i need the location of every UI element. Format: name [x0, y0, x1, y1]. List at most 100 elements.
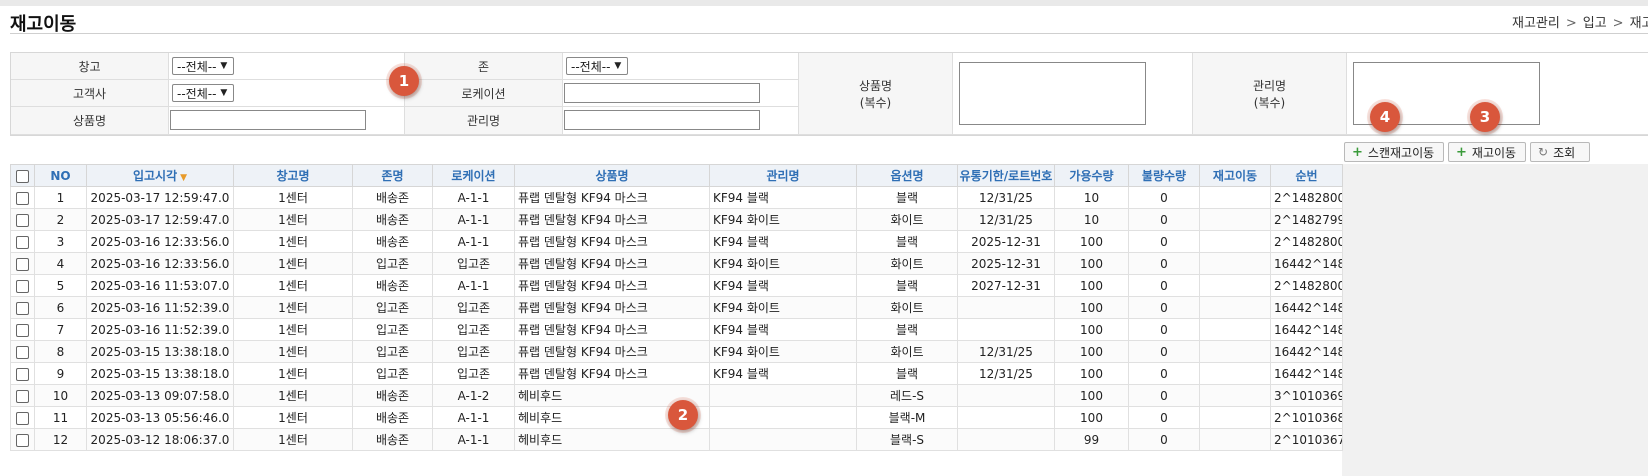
table-row[interactable]: 12 2025-03-12 18:06:37.0 1센터 배송존 A-1-1 헤비후드 블랙…: [10, 428, 1343, 451]
cell-product: 퓨랩 덴탈형 KF94 마스크: [514, 274, 710, 297]
scan-stock-move-button[interactable]: + 스캔재고이동: [1344, 142, 1444, 162]
cell-seq: 16442^14828: [1270, 318, 1343, 341]
product-name-input[interactable]: [170, 110, 366, 130]
chevron-down-icon: ▼: [614, 61, 622, 71]
cell-no: 7: [34, 318, 87, 341]
cell-zone: 배송존: [352, 274, 433, 297]
table-row[interactable]: 6 2025-03-16 11:52:39.0 1센터 입고존 입고존 퓨랩 덴탈형 KF…: [10, 296, 1343, 319]
table-row[interactable]: 9 2025-03-15 13:38:18.0 1센터 입고존 입고존 퓨랩 덴탈형 KF…: [10, 362, 1343, 385]
cell-inbound-time: 2025-03-16 11:52:39.0: [86, 296, 234, 319]
header-no[interactable]: NO: [34, 164, 87, 187]
select-all-header[interactable]: [10, 164, 35, 187]
cell-warehouse: 1센터: [233, 252, 353, 275]
table-row[interactable]: 8 2025-03-15 13:38:18.0 1센터 입고존 입고존 퓨랩 덴탈형 KF…: [10, 340, 1343, 363]
zone-label-text: 존: [477, 59, 490, 74]
stock-move-button[interactable]: + 재고이동: [1448, 142, 1526, 162]
cell-inbound-time: 2025-03-15 13:38:18.0: [86, 362, 234, 385]
stock-move-label: 재고이동: [1471, 145, 1517, 160]
table-row[interactable]: 7 2025-03-16 11:52:39.0 1센터 입고존 입고존 퓨랩 덴탈형 KF…: [10, 318, 1343, 341]
cell-zone: 입고존: [352, 252, 433, 275]
breadcrumb-item[interactable]: 재고관리: [1512, 16, 1560, 31]
row-select-cell[interactable]: [10, 428, 35, 451]
header-manage[interactable]: 관리명: [709, 164, 857, 187]
row-select-cell[interactable]: [10, 208, 35, 231]
cell-inbound-time: 2025-03-13 09:07:58.0: [86, 384, 234, 407]
row-select-cell[interactable]: [10, 296, 35, 319]
header-warehouse[interactable]: 창고명: [233, 164, 353, 187]
header-location[interactable]: 로케이션: [432, 164, 515, 187]
select-all-checkbox[interactable]: [16, 169, 29, 183]
table-row[interactable]: 5 2025-03-16 11:53:07.0 1센터 배송존 A-1-1 퓨랩 덴탈형 …: [10, 274, 1343, 297]
cell-defect-qty: 0: [1128, 384, 1200, 407]
row-select-cell[interactable]: [10, 186, 35, 209]
cell-seq: 2^1482799^1: [1270, 208, 1343, 231]
row-checkbox[interactable]: [16, 213, 29, 227]
breadcrumb-separator: >: [1612, 16, 1624, 31]
cell-expiry-lot: 12/31/25: [957, 362, 1055, 385]
row-checkbox[interactable]: [16, 389, 29, 403]
row-checkbox[interactable]: [16, 301, 29, 315]
row-select-cell[interactable]: [10, 362, 35, 385]
cell-available-qty: 100: [1054, 384, 1129, 407]
plus-icon: +: [1456, 144, 1467, 160]
row-checkbox[interactable]: [16, 323, 29, 337]
header-option[interactable]: 옵션명: [856, 164, 958, 187]
cell-expiry-lot: 12/31/25: [957, 340, 1055, 363]
header-seq[interactable]: 순번: [1270, 164, 1343, 187]
cell-option: 블랙-M: [856, 406, 958, 429]
cell-zone: 배송존: [352, 208, 433, 231]
table-row[interactable]: 4 2025-03-16 12:33:56.0 1센터 입고존 입고존 퓨랩 덴탈형 KF…: [10, 252, 1343, 275]
cell-option: 블랙: [856, 230, 958, 253]
cell-no: 5: [34, 274, 87, 297]
table-row[interactable]: 3 2025-03-16 12:33:56.0 1센터 배송존 A-1-1 퓨랩 덴탈형 …: [10, 230, 1343, 253]
cell-option: 블랙: [856, 186, 958, 209]
cell-no: 2: [34, 208, 87, 231]
cell-expiry-lot: 2027-12-31: [957, 274, 1055, 297]
row-checkbox[interactable]: [16, 235, 29, 249]
row-checkbox[interactable]: [16, 411, 29, 425]
row-select-cell[interactable]: [10, 274, 35, 297]
warehouse-select[interactable]: --전체-- ▼: [172, 57, 234, 75]
location-input[interactable]: [564, 83, 760, 103]
breadcrumb-item[interactable]: 입고: [1583, 16, 1607, 31]
header-inbound-time[interactable]: 입고시각 ▼: [86, 164, 234, 187]
header-product[interactable]: 상품명: [514, 164, 710, 187]
table-row[interactable]: 1 2025-03-17 12:59:47.0 1센터 배송존 A-1-1 퓨랩 덴탈형 …: [10, 186, 1343, 209]
row-checkbox[interactable]: [16, 433, 29, 447]
cell-stock-move: [1199, 384, 1271, 407]
cell-seq: 16442^14827: [1270, 252, 1343, 275]
row-select-cell[interactable]: [10, 318, 35, 341]
row-checkbox[interactable]: [16, 191, 29, 205]
cell-option: 레드-S: [856, 384, 958, 407]
cell-no: 9: [34, 362, 87, 385]
cell-product: 헤비후드: [514, 428, 710, 451]
row-select-cell[interactable]: [10, 252, 35, 275]
row-select-cell[interactable]: [10, 406, 35, 429]
header-available-qty[interactable]: 가용수량: [1054, 164, 1129, 187]
header-expiry-lot[interactable]: 유통기한/로트번호: [957, 164, 1055, 187]
cell-location: 입고존: [432, 318, 515, 341]
zone-select[interactable]: --전체-- ▼: [566, 57, 628, 75]
row-select-cell[interactable]: [10, 384, 35, 407]
row-checkbox[interactable]: [16, 279, 29, 293]
customer-select[interactable]: --전체-- ▼: [172, 84, 234, 102]
header-stock-move[interactable]: 재고이동: [1199, 164, 1271, 187]
cell-warehouse: 1센터: [233, 274, 353, 297]
cell-inbound-time: 2025-03-12 18:06:37.0: [86, 428, 234, 451]
cell-product: 퓨랩 덴탈형 KF94 마스크: [514, 296, 710, 319]
zone-field-cell: --전체-- ▼: [563, 53, 799, 80]
table-row[interactable]: 2 2025-03-17 12:59:47.0 1센터 배송존 A-1-1 퓨랩 덴탈형 …: [10, 208, 1343, 231]
cell-stock-move: [1199, 230, 1271, 253]
row-checkbox[interactable]: [16, 257, 29, 271]
row-select-cell[interactable]: [10, 230, 35, 253]
row-checkbox[interactable]: [16, 367, 29, 381]
row-select-cell[interactable]: [10, 340, 35, 363]
header-zone[interactable]: 존명: [352, 164, 433, 187]
query-button[interactable]: ↻ 조회: [1530, 142, 1590, 162]
manage-name-input[interactable]: [564, 110, 760, 130]
product-multi-label-line2: (복수): [859, 95, 892, 110]
callout-badge-1: 1: [389, 66, 419, 96]
row-checkbox[interactable]: [16, 345, 29, 359]
product-multi-textarea[interactable]: [959, 62, 1146, 125]
header-defect-qty[interactable]: 불량수량: [1128, 164, 1200, 187]
